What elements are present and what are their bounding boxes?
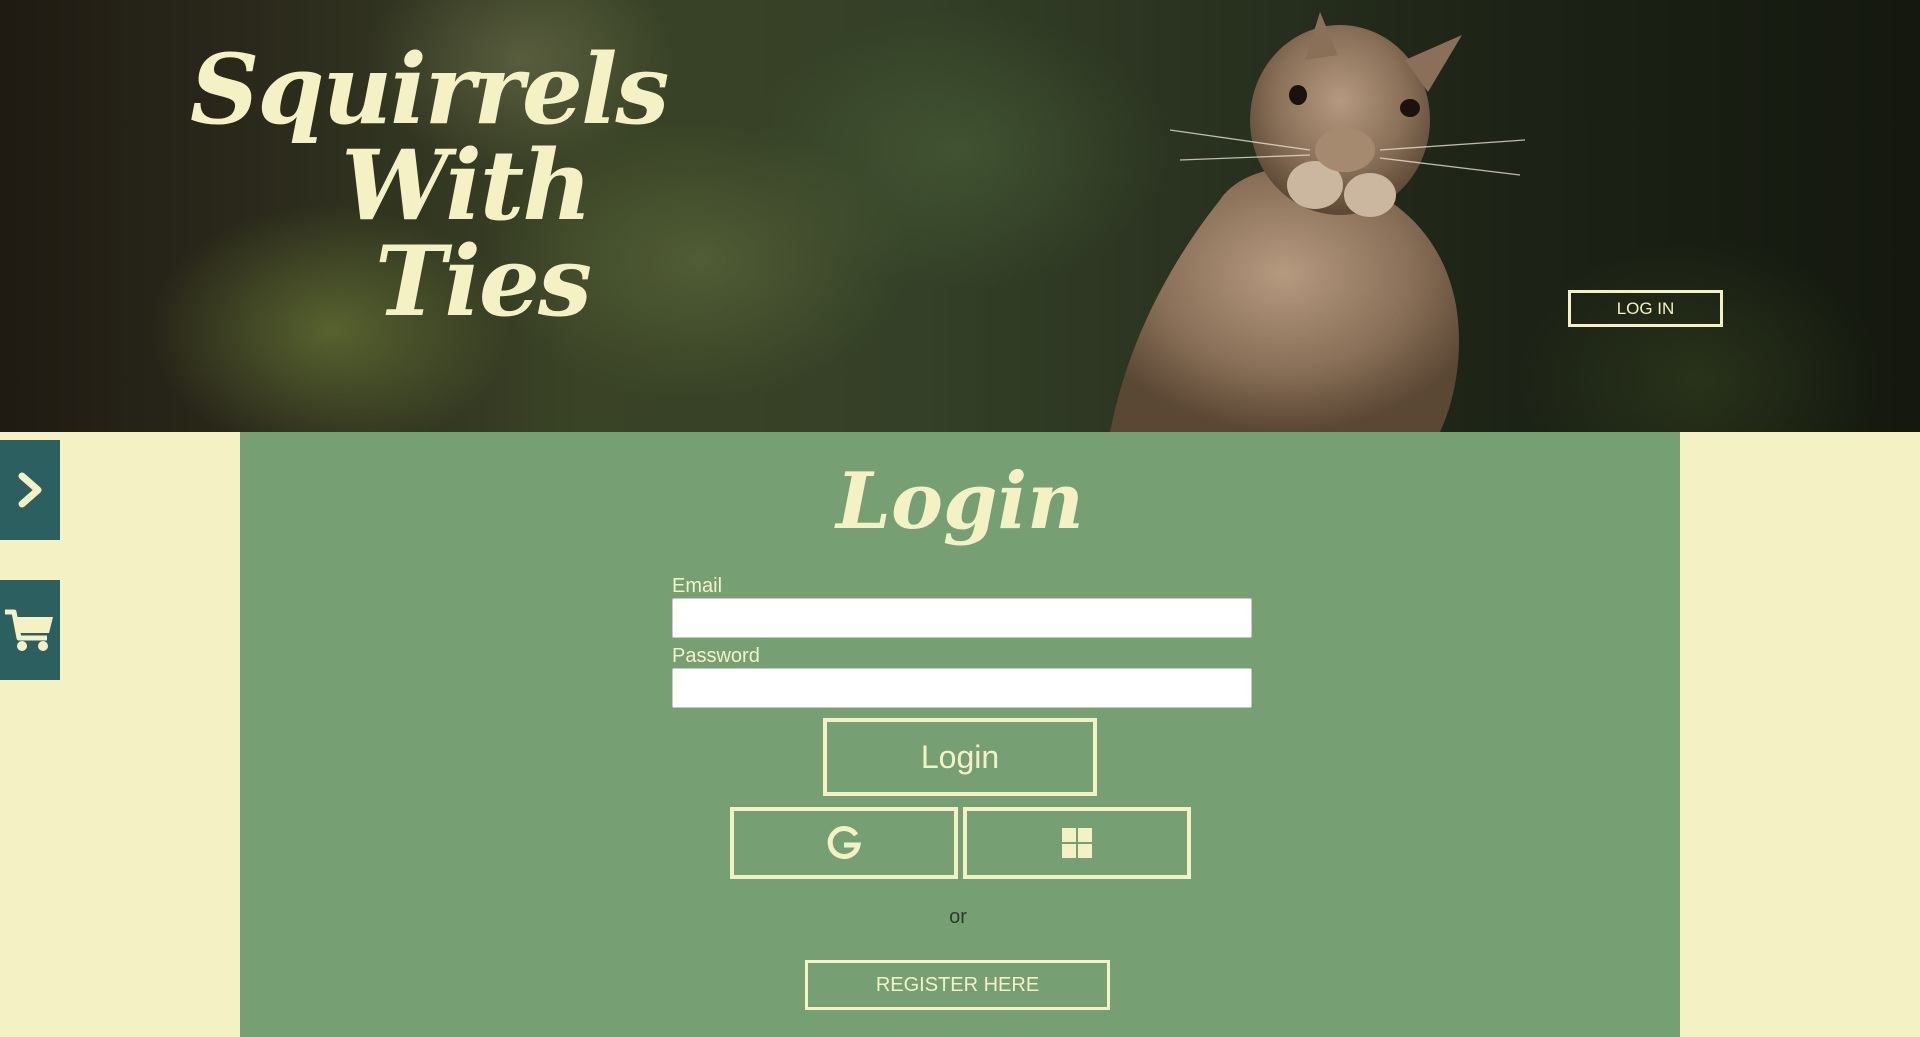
chevron-right-icon <box>18 472 42 508</box>
google-login-button[interactable] <box>730 807 958 879</box>
login-panel: Login Email Password Login or REGISTER H… <box>240 432 1680 1037</box>
microsoft-login-button[interactable] <box>963 807 1191 879</box>
password-field[interactable] <box>672 668 1252 708</box>
email-field[interactable] <box>672 598 1252 638</box>
login-submit-button[interactable]: Login <box>823 718 1097 796</box>
login-title: Login <box>836 456 1084 547</box>
site-title-line: Ties <box>374 225 592 338</box>
google-icon <box>827 826 861 860</box>
email-label: Email <box>672 575 723 597</box>
site-title-line: Squirrels <box>190 33 669 146</box>
site-title: Squirrels With Ties <box>190 33 669 338</box>
register-button[interactable]: REGISTER HERE <box>805 960 1110 1010</box>
squirrel-photo <box>1110 12 1526 432</box>
windows-icon <box>1062 828 1092 858</box>
or-separator: or <box>949 906 967 928</box>
cart-icon <box>5 609 53 651</box>
cart-button[interactable] <box>0 580 60 680</box>
hero-banner: Squirrels With Ties LOG IN <box>0 0 1920 432</box>
site-title-line: With <box>341 129 592 242</box>
password-label: Password <box>672 645 760 667</box>
sidebar-toggle-button[interactable] <box>0 440 60 540</box>
login-link-button[interactable]: LOG IN <box>1568 290 1723 327</box>
